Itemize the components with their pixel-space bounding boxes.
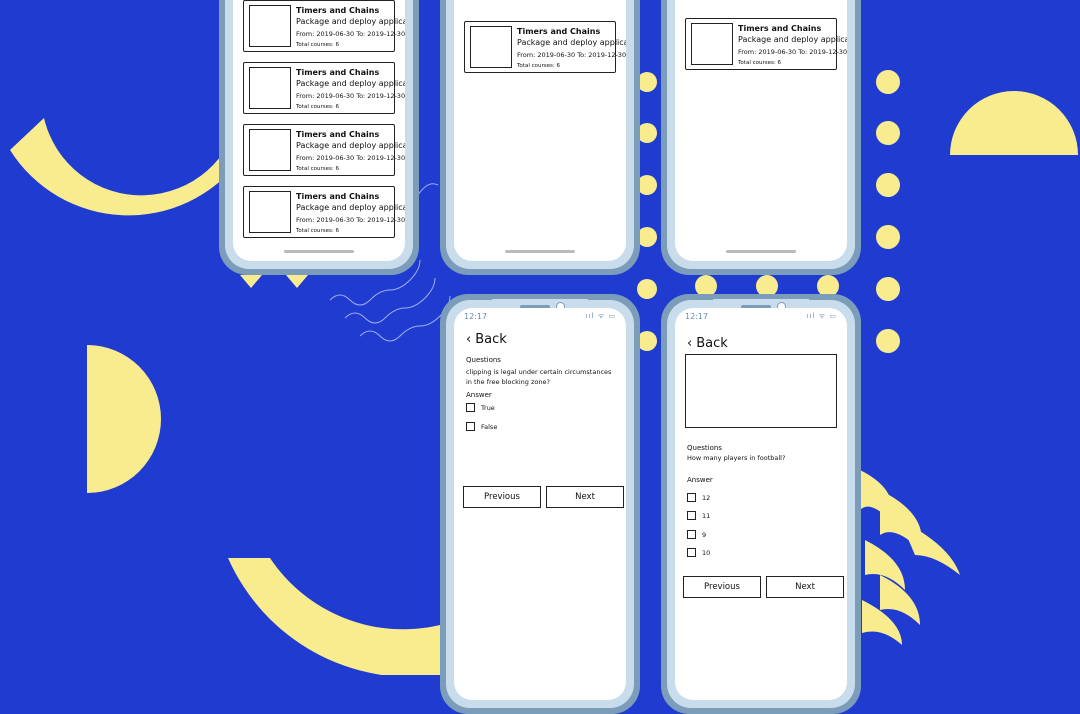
checkbox[interactable] bbox=[687, 548, 696, 557]
checkbox[interactable] bbox=[687, 493, 696, 502]
back-button[interactable]: ‹ Back bbox=[466, 332, 507, 347]
phone-course-list-3: Timers and Chains Package and deploy app… bbox=[661, 0, 861, 275]
phone-bezel: 12:17 ııl ᯤ ▭ ‹ Back Questions clipping i… bbox=[446, 299, 634, 708]
question-image bbox=[685, 354, 837, 428]
course-title: Timers and Chains bbox=[738, 24, 822, 33]
course-thumbnail bbox=[249, 5, 291, 47]
course-total: Total courses: 6 bbox=[296, 42, 339, 48]
answer-option-label: True bbox=[481, 403, 495, 412]
status-time: 12:17 bbox=[685, 312, 709, 321]
phone-quiz-true-false: 12:17 ııl ᯤ ▭ ‹ Back Questions clipping i… bbox=[440, 294, 640, 714]
home-indicator bbox=[726, 250, 796, 253]
course-thumbnail bbox=[249, 129, 291, 171]
course-subtitle: Package and deploy applicationst... bbox=[296, 79, 405, 88]
course-dates: From: 2019-06-30 To: 2019-12-30 bbox=[296, 92, 405, 100]
previous-button[interactable]: Previous bbox=[463, 486, 541, 508]
answer-option[interactable]: True bbox=[466, 403, 495, 412]
checkbox[interactable] bbox=[687, 530, 696, 539]
course-title: Timers and Chains bbox=[296, 192, 380, 201]
course-card[interactable]: Timers and Chains Package and deploy app… bbox=[464, 21, 626, 73]
status-bar: 12:17 ııl ᯤ ▭ bbox=[464, 312, 616, 324]
answer-option-label: False bbox=[481, 422, 498, 431]
course-total: Total courses: 6 bbox=[517, 63, 560, 69]
chevron-left-icon: ‹ bbox=[466, 332, 472, 347]
back-label: Back bbox=[696, 336, 728, 351]
phone-quiz-multiple-choice: 12:17 ııl ᯤ ▭ ‹ Back Questions How many p… bbox=[661, 294, 861, 714]
course-card[interactable]: Timers and Chains Package and deploy app… bbox=[243, 186, 405, 238]
answer-option-label: 11 bbox=[702, 511, 711, 520]
answer-option[interactable]: 10 bbox=[687, 548, 710, 557]
question-text: clipping is legal under certain circumst… bbox=[466, 368, 612, 386]
answer-label: Answer bbox=[687, 476, 713, 484]
answer-option-label: 12 bbox=[702, 493, 711, 502]
answer-label: Answer bbox=[466, 391, 492, 399]
status-bar: 12:17 ııl ᯤ ▭ bbox=[685, 312, 837, 324]
question-label: Questions bbox=[687, 444, 722, 452]
course-card[interactable]: Timers and Chains Package and deploy app… bbox=[243, 62, 405, 114]
course-card[interactable]: Timers and Chains Package and deploy app… bbox=[685, 18, 847, 70]
phone-screen: 12:17 ııl ᯤ ▭ ‹ Back Questions How many p… bbox=[675, 308, 847, 700]
course-dates: From: 2019-06-30 To: 2019-12-30 bbox=[517, 51, 626, 59]
course-subtitle: Package and deploy applicationst... bbox=[296, 17, 405, 26]
course-thumbnail bbox=[470, 26, 512, 68]
course-dates: From: 2019-06-30 To: 2019-12-30 bbox=[738, 48, 847, 56]
status-time: 12:17 bbox=[464, 312, 488, 321]
course-subtitle: Package and deploy applicationst... bbox=[738, 35, 847, 44]
phone-course-list-2: Timers and Chains Package and deploy app… bbox=[440, 0, 640, 275]
course-title: Timers and Chains bbox=[296, 6, 380, 15]
phone-course-list-1: Timers and Chains Package and deploy app… bbox=[219, 0, 419, 275]
checkbox[interactable] bbox=[466, 422, 475, 431]
course-dates: From: 2019-06-30 To: 2019-12-30 bbox=[296, 154, 405, 162]
answer-option[interactable]: 9 bbox=[687, 530, 706, 539]
status-icons: ııl ᯤ ▭ bbox=[585, 312, 616, 320]
answer-option[interactable]: False bbox=[466, 422, 497, 431]
answer-option-label: 9 bbox=[702, 530, 707, 539]
phone-screen: Timers and Chains Package and deploy app… bbox=[675, 0, 847, 261]
back-label: Back bbox=[475, 332, 507, 347]
status-icons: ııl ᯤ ▭ bbox=[806, 312, 837, 320]
question-label: Questions bbox=[466, 356, 501, 364]
checkbox[interactable] bbox=[687, 511, 696, 520]
back-button[interactable]: ‹ Back bbox=[687, 336, 728, 351]
home-indicator bbox=[284, 250, 354, 253]
next-button[interactable]: Next bbox=[766, 576, 844, 598]
phone-bezel: 12:17 ııl ᯤ ▭ ‹ Back Questions How many p… bbox=[667, 299, 855, 708]
course-total: Total courses: 6 bbox=[296, 228, 339, 234]
course-subtitle: Package and deploy applicationst... bbox=[296, 203, 405, 212]
phone-screen: 12:17 ııl ᯤ ▭ ‹ Back Questions clipping i… bbox=[454, 308, 626, 700]
course-thumbnail bbox=[249, 67, 291, 109]
course-subtitle: Package and deploy applicationst... bbox=[296, 141, 405, 150]
next-button[interactable]: Next bbox=[546, 486, 624, 508]
course-card[interactable]: Timers and Chains Package and deploy app… bbox=[243, 0, 405, 52]
course-card[interactable]: Timers and Chains Package and deploy app… bbox=[243, 124, 405, 176]
course-dates: From: 2019-06-30 To: 2019-12-30 bbox=[296, 30, 405, 38]
course-thumbnail bbox=[691, 23, 733, 65]
course-subtitle: Package and deploy applicationst... bbox=[517, 38, 626, 47]
phone-screen: Timers and Chains Package and deploy app… bbox=[233, 0, 405, 261]
course-thumbnail bbox=[249, 191, 291, 233]
course-dates: From: 2019-06-30 To: 2019-12-30 bbox=[296, 216, 405, 224]
phone-bezel: Timers and Chains Package and deploy app… bbox=[667, 0, 855, 269]
course-total: Total courses: 6 bbox=[296, 166, 339, 172]
question-text: How many players in football? bbox=[687, 454, 786, 462]
course-title: Timers and Chains bbox=[296, 68, 380, 77]
course-total: Total courses: 6 bbox=[738, 60, 781, 66]
phone-screen: Timers and Chains Package and deploy app… bbox=[454, 0, 626, 261]
course-title: Timers and Chains bbox=[296, 130, 380, 139]
course-title: Timers and Chains bbox=[517, 27, 601, 36]
phone-bezel: Timers and Chains Package and deploy app… bbox=[446, 0, 634, 269]
answer-option[interactable]: 12 bbox=[687, 493, 710, 502]
previous-button[interactable]: Previous bbox=[683, 576, 761, 598]
home-indicator bbox=[505, 250, 575, 253]
answer-option-label: 10 bbox=[702, 548, 711, 557]
checkbox[interactable] bbox=[466, 403, 475, 412]
course-total: Total courses: 6 bbox=[296, 104, 339, 110]
answer-option[interactable]: 11 bbox=[687, 511, 710, 520]
chevron-left-icon: ‹ bbox=[687, 336, 693, 351]
phone-bezel: Timers and Chains Package and deploy app… bbox=[225, 0, 413, 269]
